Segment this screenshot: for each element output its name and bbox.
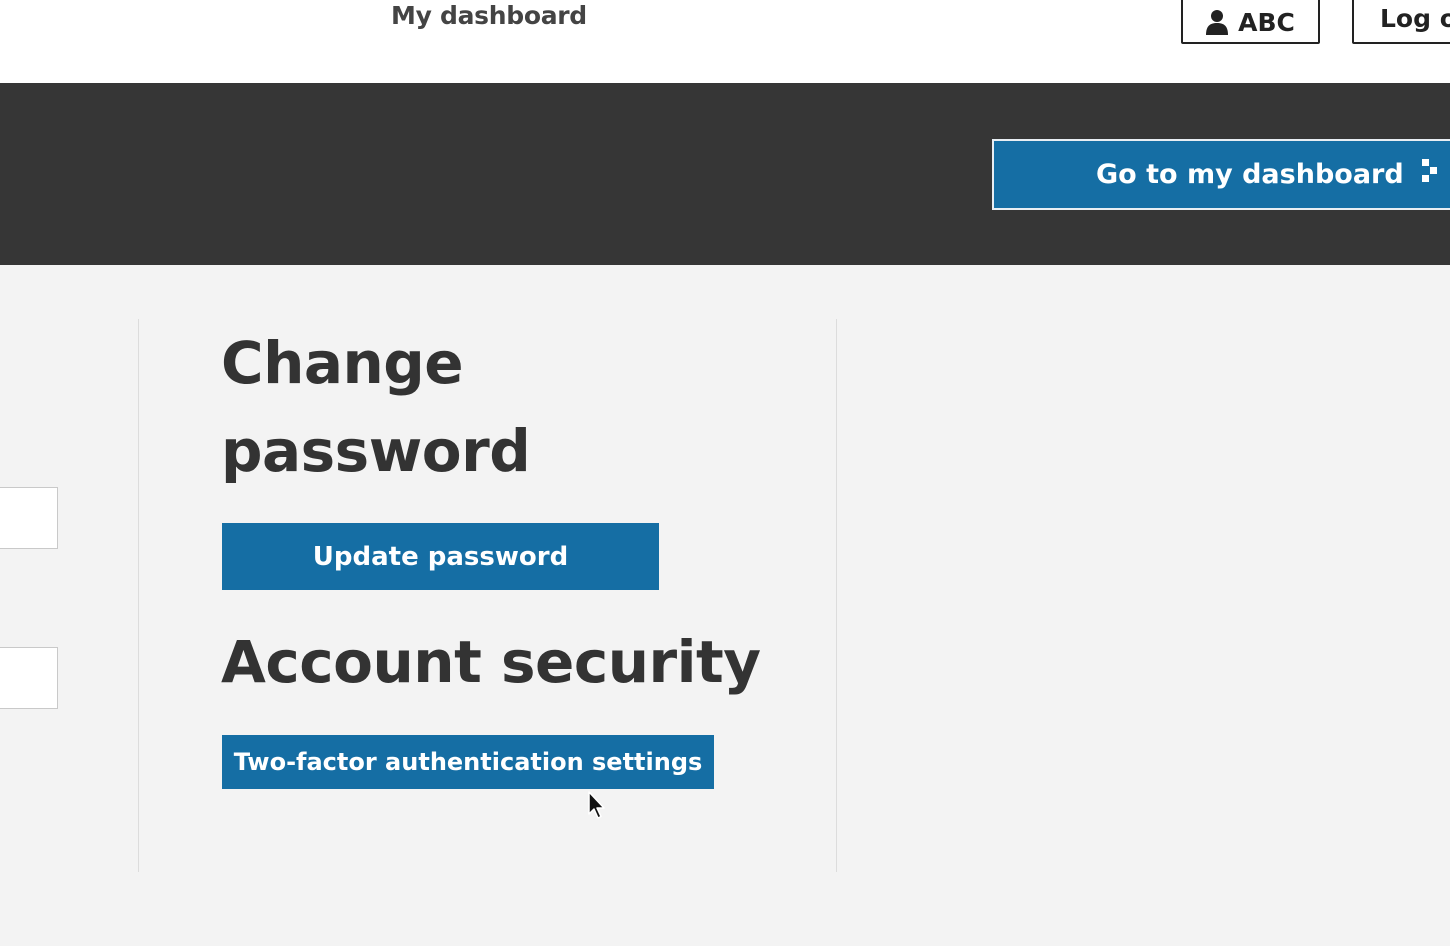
page-banner: Go to my dashboard — [0, 83, 1450, 265]
column-divider — [836, 319, 837, 872]
form-input-field[interactable] — [0, 647, 58, 709]
main-content: Change password Update password Account … — [0, 265, 1450, 946]
account-security-heading: Account security — [221, 628, 761, 696]
two-factor-settings-button[interactable]: Two-factor authentication settings — [222, 735, 714, 789]
site-header: My dashboard ABC Log out — [0, 0, 1450, 83]
logout-button[interactable]: Log out — [1352, 0, 1450, 44]
my-dashboard-link[interactable]: My dashboard — [391, 0, 587, 34]
dashboard-button-label: Go to my dashboard — [1096, 159, 1404, 190]
change-password-heading: Change password — [221, 319, 531, 495]
user-label: ABC — [1238, 7, 1295, 37]
go-to-dashboard-button[interactable]: Go to my dashboard — [992, 139, 1450, 210]
user-account-button[interactable]: ABC — [1181, 0, 1320, 44]
form-input-field[interactable] — [0, 487, 58, 549]
heading-line: password — [221, 417, 531, 485]
update-password-button[interactable]: Update password — [222, 523, 659, 590]
arrow-icon — [1421, 159, 1440, 190]
mouse-pointer-icon — [587, 791, 607, 825]
user-icon — [1206, 9, 1229, 35]
column-divider — [138, 319, 139, 872]
heading-line: Change — [221, 329, 464, 397]
